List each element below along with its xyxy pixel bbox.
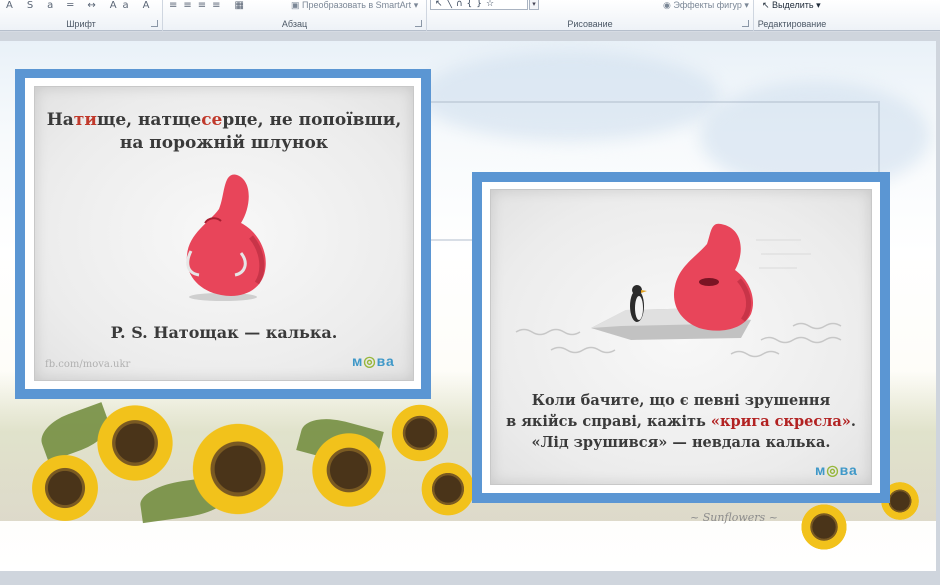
- card-right-line3: «Лід зрушився» — невдала калька.: [531, 434, 831, 451]
- editing-group-label: Редактирование: [757, 19, 827, 29]
- sunflower: [420, 461, 476, 517]
- shape-effects-icon: ◉: [663, 0, 674, 10]
- drawing-dialog-launcher-icon[interactable]: [742, 20, 749, 27]
- sunflower: [190, 421, 286, 517]
- sunflower: [800, 503, 848, 551]
- smartart-button[interactable]: ▣ Преобразовать в SmartArt ▾: [291, 0, 418, 11]
- sunflower: [390, 403, 450, 463]
- ribbon: A S a ═ ↔ Aa A Шрифт ≡≡≡≡ ▦ ▣ Преобразов…: [0, 0, 940, 31]
- slide[interactable]: ~ Sunflowers ~ Натище, натщесерце, не по…: [0, 41, 936, 571]
- font-format-icons[interactable]: A S a ═ ↔ Aa A: [6, 0, 156, 11]
- card-right-line2-prefix: в якійсь справі, кажіть: [506, 413, 711, 430]
- shapes-gallery-more-button[interactable]: ▾: [529, 0, 539, 10]
- sunflower: [95, 403, 175, 483]
- card-right-text: Коли бачите, що є певні зрушення в якійс…: [506, 392, 856, 451]
- photo-signature: ~ Sunflowers ~: [690, 511, 778, 524]
- font-group-label: Шрифт: [66, 19, 96, 29]
- card-left-note: P. S. Натощак — калька.: [110, 323, 338, 342]
- stomach-character: [186, 174, 266, 301]
- font-group: A S a ═ ↔ Aa A Шрифт: [0, 0, 163, 31]
- paragraph-group-label: Абзац: [281, 19, 308, 29]
- paragraph-dialog-launcher-icon[interactable]: [415, 20, 422, 27]
- card-left-panel: Натище, натщесерце, не попоївши, на поро…: [34, 86, 414, 381]
- card-right-highlight: «крига скресла»: [710, 413, 851, 430]
- paragraph-align-icons[interactable]: ≡≡≡≡ ▦: [169, 0, 250, 11]
- select-cursor-icon: ↖: [762, 0, 773, 10]
- card-right-panel: Коли бачите, що є певні зрушення в якійс…: [490, 189, 872, 485]
- facebook-source-text: fb.com/mova.ukr: [45, 359, 131, 370]
- smartart-icon: ▣: [291, 0, 303, 10]
- shapes-gallery[interactable]: ↖╲∩{}☆: [430, 0, 528, 10]
- sunflower: [30, 453, 100, 523]
- select-button[interactable]: ↖ Выделить ▾: [762, 0, 821, 11]
- shape-effects-button[interactable]: ◉ Эффекты фигур ▾: [663, 0, 749, 11]
- drawing-group-label: Рисование: [567, 19, 613, 29]
- mova-logo: м◎ва: [815, 462, 858, 478]
- editing-group: ↖ Выделить ▾ Редактирование: [754, 0, 830, 31]
- paragraph-group: ≡≡≡≡ ▦ ▣ Преобразовать в SmartArt ▾ Абза…: [163, 0, 427, 31]
- card-left-title: Натище, натщесерце, не попоївши, на поро…: [46, 110, 402, 153]
- ice-floe-illustration: [515, 223, 842, 358]
- slide-canvas: ~ Sunflowers ~ Натище, натщесерце, не по…: [0, 32, 940, 585]
- mova-logo: м◎ва: [352, 353, 395, 369]
- card-right-line1: Коли бачите, що є певні зрушення: [531, 392, 831, 409]
- font-dialog-launcher-icon[interactable]: [151, 20, 158, 27]
- sunflower: [310, 431, 388, 509]
